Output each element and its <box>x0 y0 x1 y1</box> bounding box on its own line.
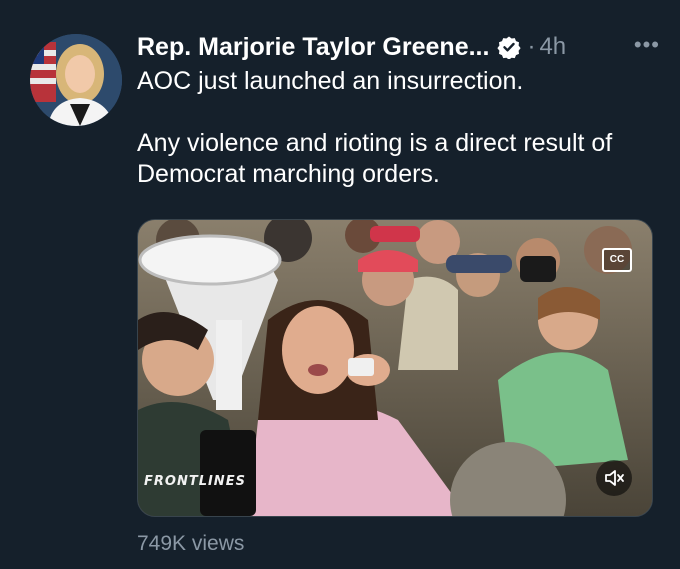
tweet-text: AOC just launched an insurrection. Any v… <box>137 66 657 190</box>
tweet[interactable]: Rep. Marjorie Taylor Greene... · 4h ••• … <box>0 0 680 569</box>
mute-speaker-icon[interactable] <box>596 460 632 496</box>
avatar-image <box>30 34 122 126</box>
tweet-text-line-1: AOC just launched an insurrection. <box>137 67 524 95</box>
avatar[interactable] <box>30 34 122 126</box>
separator-dot: · <box>527 33 536 60</box>
tweet-text-line-2: Any violence and rioting is a direct res… <box>137 129 613 188</box>
author-name[interactable]: Rep. Marjorie Taylor Greene... <box>137 33 489 62</box>
video-frame <box>138 220 652 516</box>
more-options-icon[interactable]: ••• <box>634 32 660 58</box>
closed-captions-icon[interactable]: CC <box>602 248 632 272</box>
timestamp[interactable]: 4h <box>539 33 566 61</box>
verified-badge-icon <box>497 35 522 60</box>
video-player[interactable]: CC FRONTLINES <box>137 219 653 517</box>
tweet-header: Rep. Marjorie Taylor Greene... · 4h ••• <box>137 30 660 64</box>
frontlines-watermark: FRONTLINES <box>144 474 246 489</box>
view-count: 749K views <box>137 532 245 555</box>
